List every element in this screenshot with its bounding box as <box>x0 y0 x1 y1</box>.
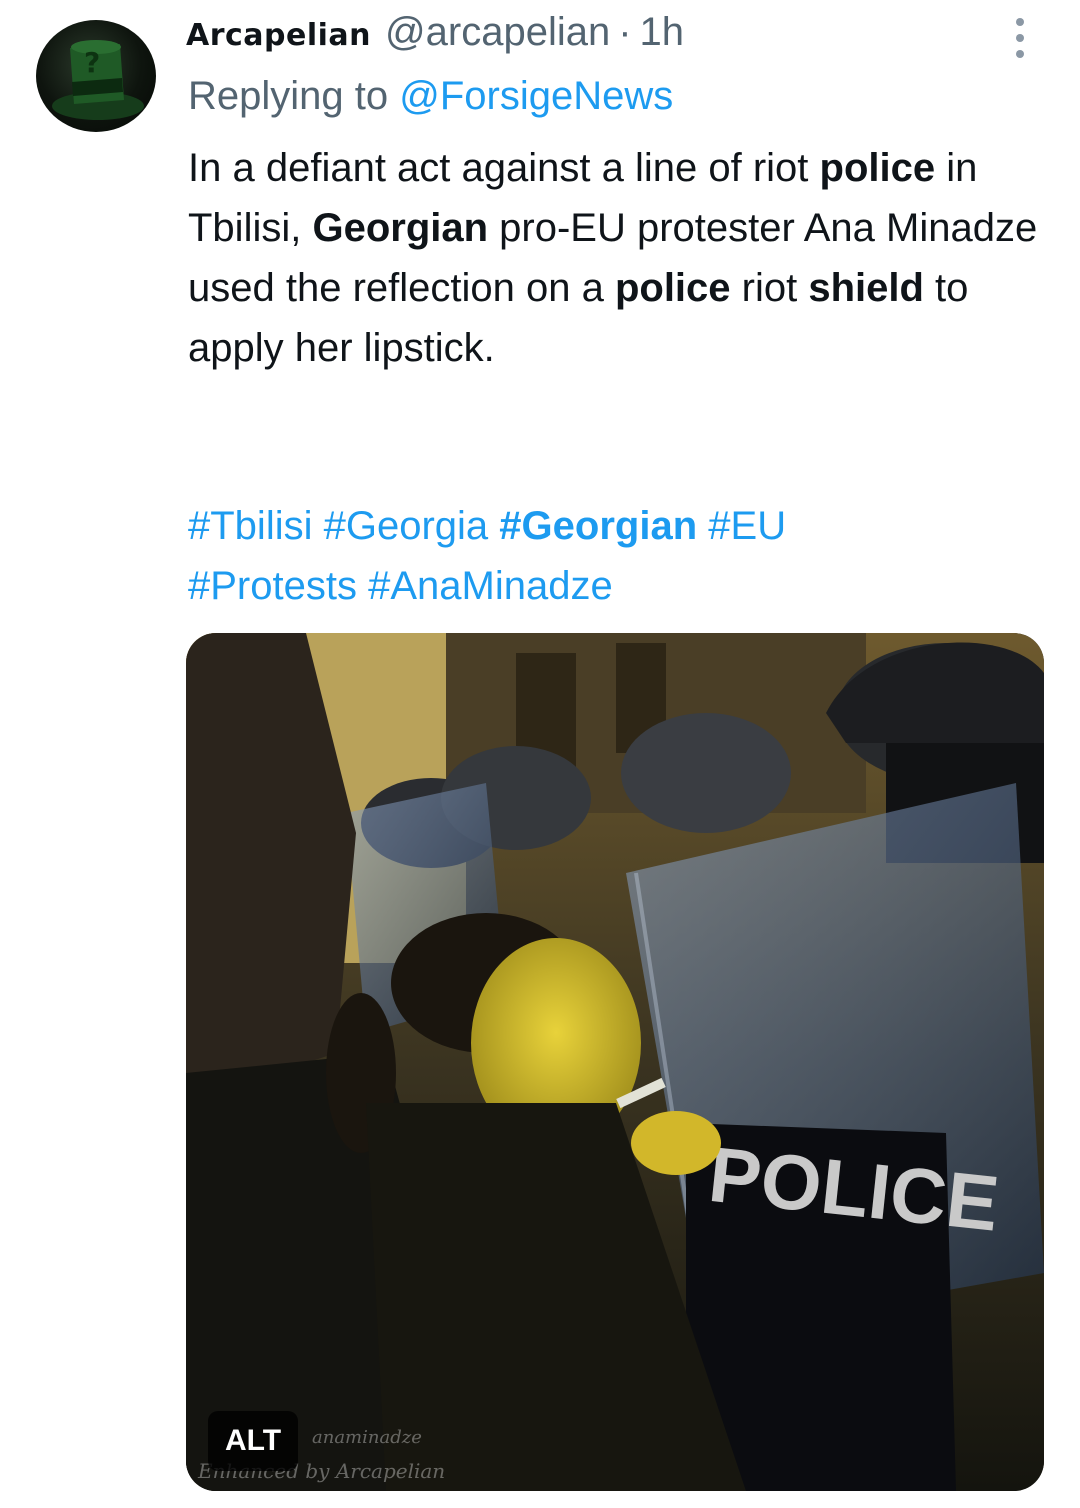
hashtag-link[interactable]: #AnaMinadze <box>368 564 613 608</box>
highlight-police: police <box>819 146 936 190</box>
replying-to-label: Replying to <box>188 74 389 118</box>
tweet-text: In a defiant act against a line of riot … <box>188 146 1038 370</box>
highlight-police-2: police <box>614 266 731 310</box>
more-options-button[interactable] <box>1004 14 1036 62</box>
highlight-georgian: Georgian <box>312 206 489 250</box>
user-handle[interactable]: @arcapelian <box>385 10 610 55</box>
hashtag-link[interactable]: #Protests <box>188 564 357 608</box>
separator-dot: · <box>618 10 632 54</box>
protest-photo: POLICE <box>186 633 1044 1491</box>
display-name[interactable]: Arcapelian <box>186 18 371 53</box>
top-hat-icon: ? <box>52 40 144 120</box>
hashtag-link[interactable]: #Tbilisi <box>188 504 312 548</box>
reply-mention-link[interactable]: @ForsigeNews <box>399 74 673 118</box>
alt-text-button[interactable]: ALT <box>208 1411 298 1471</box>
avatar[interactable]: ? <box>36 20 156 132</box>
replying-to: Replying to @ForsigeNews <box>188 74 673 119</box>
svg-text:?: ? <box>84 46 100 79</box>
tweet-photo[interactable]: POLICE anaminadze Enhanced by Arcapelian <box>186 633 1044 1491</box>
photo-watermark: anaminadze <box>312 1427 422 1448</box>
timestamp[interactable]: 1h <box>640 10 685 55</box>
hashtag-link[interactable]: #Georgian <box>499 504 697 548</box>
tweet-header: Arcapelian @arcapelian · 1h <box>186 10 684 66</box>
hashtag-link[interactable]: #EU <box>708 504 786 548</box>
hashtag-link[interactable]: #Georgia <box>324 504 489 548</box>
more-vertical-icon <box>1016 18 1024 26</box>
highlight-shield: shield <box>808 266 924 310</box>
hashtag-list: #Tbilisi #Georgia #Georgian #EU #Protest… <box>188 496 1048 616</box>
